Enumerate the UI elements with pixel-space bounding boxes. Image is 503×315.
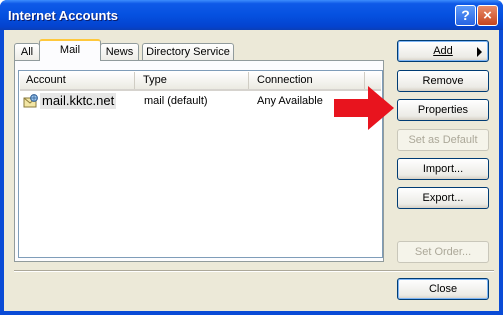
red-arrow-icon bbox=[334, 86, 394, 130]
separator bbox=[14, 270, 494, 272]
internet-accounts-dialog: Internet Accounts ? × All Mail News Dire… bbox=[0, 0, 503, 315]
submenu-arrow-icon bbox=[477, 47, 482, 57]
tab-all[interactable]: All bbox=[14, 43, 40, 61]
add-button[interactable]: Add bbox=[397, 40, 489, 62]
set-as-default-button[interactable]: Set as Default bbox=[397, 129, 489, 151]
export-button[interactable]: Export... bbox=[397, 187, 489, 209]
import-button[interactable]: Import... bbox=[397, 158, 489, 180]
help-icon[interactable]: ? bbox=[455, 5, 476, 26]
account-type: mail (default) bbox=[144, 95, 208, 107]
accounts-list[interactable]: Account Type Connection mail.kktc.net ma… bbox=[18, 70, 383, 258]
window-title: Internet Accounts bbox=[8, 8, 119, 23]
remove-button[interactable]: Remove bbox=[397, 70, 489, 92]
add-button-label: Add bbox=[433, 45, 453, 57]
list-header: Account Type Connection bbox=[20, 72, 381, 91]
mail-account-icon bbox=[23, 93, 40, 112]
tab-news[interactable]: News bbox=[100, 43, 139, 61]
column-header-type[interactable]: Type bbox=[137, 72, 249, 89]
close-button[interactable]: Close bbox=[397, 278, 489, 300]
tab-mail[interactable]: Mail bbox=[39, 39, 101, 61]
account-name: mail.kktc.net bbox=[40, 93, 117, 109]
column-header-account[interactable]: Account bbox=[20, 72, 135, 89]
set-order-button[interactable]: Set Order... bbox=[397, 241, 489, 263]
account-connection: Any Available bbox=[257, 95, 323, 107]
table-row[interactable]: mail.kktc.net mail (default) Any Availab… bbox=[20, 92, 381, 110]
title-bar[interactable]: Internet Accounts ? × bbox=[0, 0, 503, 30]
properties-button[interactable]: Properties bbox=[397, 99, 489, 121]
tab-directory-service[interactable]: Directory Service bbox=[142, 43, 234, 61]
close-icon[interactable]: × bbox=[477, 5, 498, 26]
